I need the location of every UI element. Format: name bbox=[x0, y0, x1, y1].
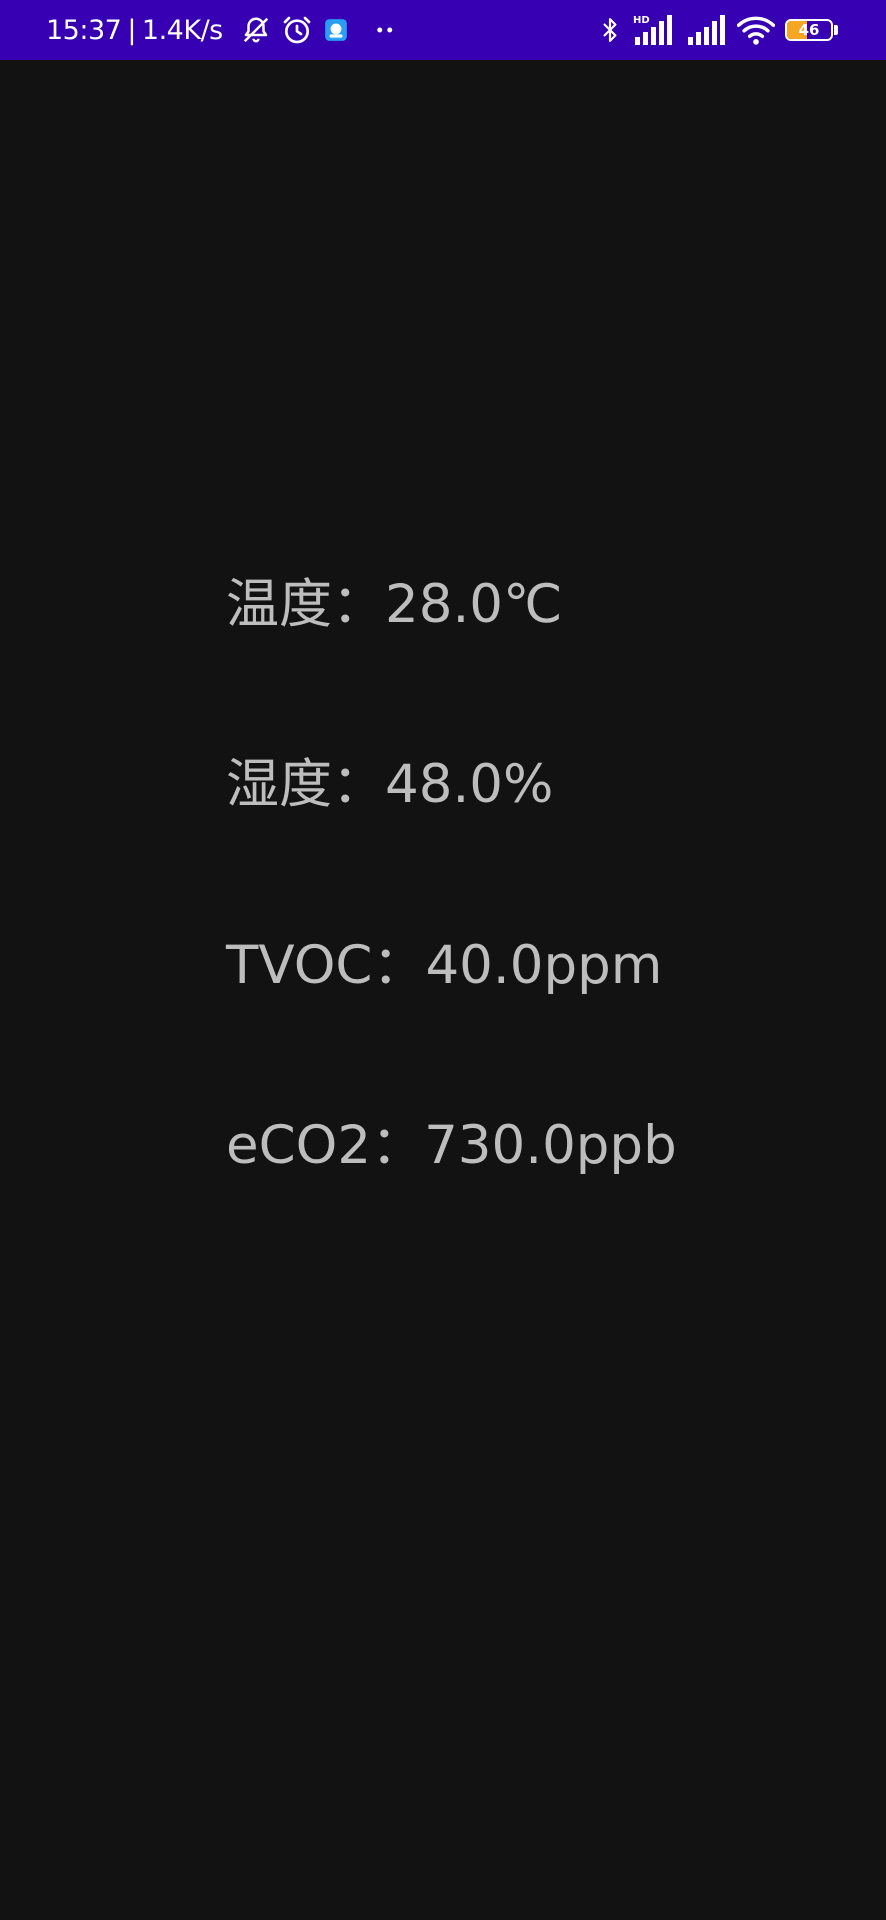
hd-signal-icon: HD bbox=[633, 15, 672, 45]
status-icons-left bbox=[231, 14, 401, 46]
status-left: 15:37 | 1.4K/s bbox=[46, 0, 401, 60]
svg-text:HD: HD bbox=[633, 15, 650, 26]
status-right: HD 46 bbox=[587, 0, 838, 60]
humidity-label: 湿度 bbox=[226, 754, 332, 815]
tvoc-value: 40.0ppm bbox=[425, 935, 663, 996]
wifi-icon bbox=[737, 16, 775, 45]
tvoc-reading: TVOC：40.0ppm bbox=[226, 934, 662, 998]
network-speed: 1.4K/s bbox=[141, 14, 223, 46]
bell-off-icon bbox=[243, 17, 268, 43]
battery-level: 46 bbox=[798, 21, 820, 39]
humidity-value: 48.0% bbox=[385, 754, 554, 815]
temperature-colon: ： bbox=[332, 574, 385, 635]
eco2-reading: eCO2：730.0ppb bbox=[226, 1114, 677, 1178]
humidity-reading: 湿度：48.0% bbox=[226, 753, 553, 817]
clock-time: 15:37 bbox=[46, 14, 122, 46]
eco2-colon: ： bbox=[371, 1115, 425, 1176]
app-notification-icon bbox=[324, 19, 347, 41]
tvoc-label: TVOC bbox=[226, 935, 373, 996]
status-bar: 15:37 | 1.4K/s HD 46 bbox=[0, 0, 886, 60]
alarm-icon bbox=[283, 16, 311, 44]
more-dots-icon bbox=[376, 27, 392, 33]
temperature-value: 28.0℃ bbox=[385, 574, 563, 635]
temperature-label: 温度 bbox=[226, 574, 332, 635]
tvoc-colon: ： bbox=[372, 935, 426, 996]
temperature-reading: 温度：28.0℃ bbox=[226, 573, 563, 637]
humidity-colon: ： bbox=[332, 754, 385, 815]
eco2-value: 730.0ppb bbox=[424, 1115, 677, 1176]
battery-icon: 46 bbox=[785, 19, 833, 41]
eco2-label: eCO2 bbox=[226, 1115, 372, 1176]
battery-cap bbox=[834, 25, 838, 35]
bluetooth-icon bbox=[603, 18, 617, 42]
signal-icon bbox=[688, 15, 725, 45]
status-separator: | bbox=[127, 14, 136, 46]
